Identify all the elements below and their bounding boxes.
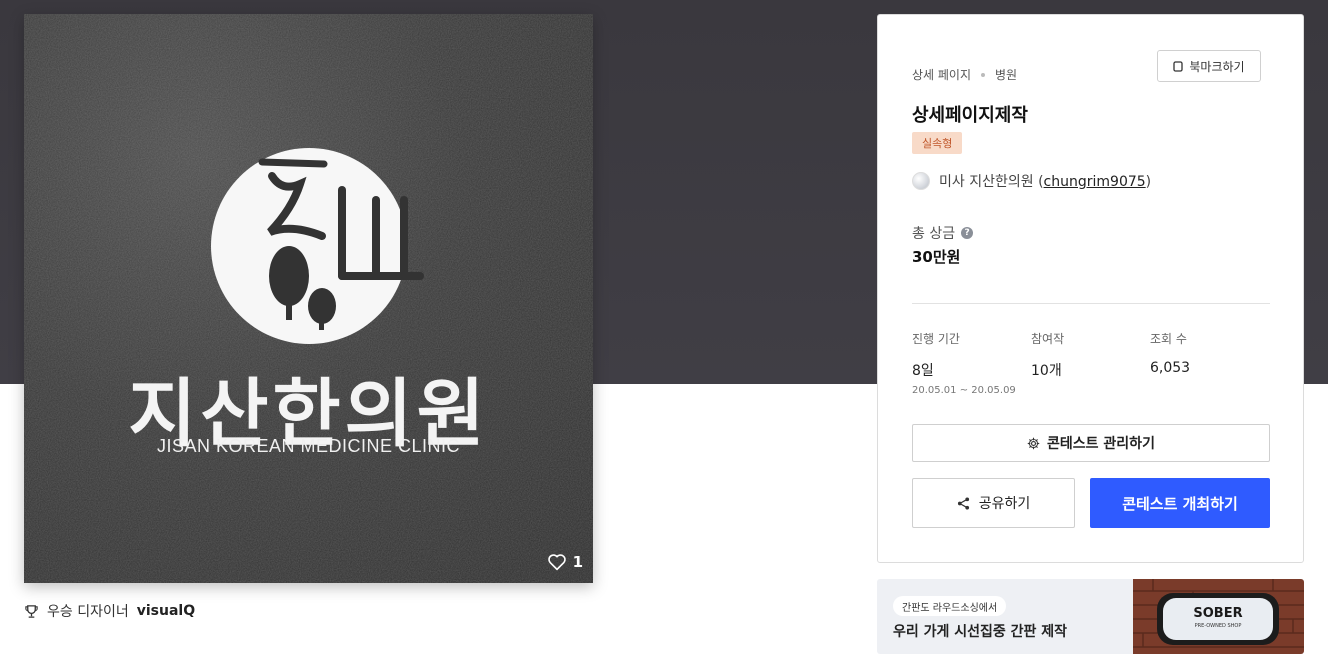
- breadcrumb: 상세 페이지 병원: [912, 66, 1017, 83]
- signboard-ad-banner[interactable]: 간판도 라우드소싱에서 우리 가게 시선집중 간판 제작 SOBER PRE-O…: [877, 579, 1304, 654]
- trophy-icon: [25, 604, 38, 618]
- host-name: 미사 지산한의원 (chungrim9075): [939, 174, 1152, 190]
- bookmark-icon: [1173, 60, 1184, 72]
- stat-views: 조회 수 6,053: [1150, 332, 1191, 376]
- manage-contest-button[interactable]: 콘테스트 관리하기: [912, 424, 1270, 462]
- share-icon: [957, 496, 969, 510]
- sign-text: SOBER: [1193, 606, 1242, 621]
- breadcrumb-subcategory[interactable]: 병원: [995, 66, 1017, 83]
- total-prize-label: 총 상금 ?: [912, 223, 974, 243]
- contest-host: 미사 지산한의원 (chungrim9075): [912, 171, 1151, 191]
- banner-pill: 간판도 라우드소싱에서: [893, 596, 1007, 616]
- signboard-photo: SOBER PRE-OWNED SHOP: [1133, 579, 1304, 654]
- breadcrumb-category[interactable]: 상세 페이지: [912, 66, 971, 83]
- sign-subtext: PRE-OWNED SHOP: [1195, 623, 1242, 629]
- designer-label: 우승 디자이너: [47, 604, 129, 620]
- divider: [912, 303, 1270, 304]
- help-icon[interactable]: ?: [961, 227, 974, 239]
- contest-tier-badge: 실속형: [912, 132, 963, 154]
- bookmark-button[interactable]: 북마크하기: [1157, 50, 1261, 82]
- duration-dates: 20.05.01 ~ 20.05.09: [912, 385, 1016, 396]
- share-button[interactable]: 공유하기: [912, 478, 1075, 528]
- host-avatar: [912, 172, 930, 190]
- like-count: 1: [572, 553, 583, 571]
- host-handle-link[interactable]: chungrim9075: [1044, 174, 1146, 190]
- contest-info-card: 상세 페이지 병원 북마크하기 상세페이지제작 실속형 미사 지산한의원 (ch…: [877, 14, 1304, 563]
- winning-artwork[interactable]: 지산한의원 JISAN KOREAN MEDICINE CLINIC 1: [24, 14, 593, 583]
- host-contest-button[interactable]: 콘테스트 개최하기: [1090, 478, 1270, 528]
- clinic-english-name: JISAN KOREAN MEDICINE CLINIC: [156, 436, 461, 456]
- winning-designer: 우승 디자이너 visualQ: [24, 601, 195, 621]
- bookmark-label: 북마크하기: [1189, 59, 1245, 74]
- breadcrumb-separator: [981, 72, 986, 77]
- stat-duration: 진행 기간 8일 20.05.01 ~ 20.05.09: [912, 332, 1016, 396]
- total-prize-value: 30만원: [912, 248, 961, 266]
- heart-outline-icon: [547, 554, 566, 571]
- like-button[interactable]: 1: [547, 553, 583, 571]
- banner-headline: 우리 가게 시선집중 간판 제작: [893, 624, 1068, 640]
- designer-name[interactable]: visualQ: [137, 603, 195, 619]
- clinic-logo-emblem: [211, 148, 424, 344]
- contest-title: 상세페이지제작: [912, 105, 1028, 126]
- stat-entries: 참여작 10개: [1031, 332, 1065, 379]
- gear-icon: [1027, 437, 1040, 449]
